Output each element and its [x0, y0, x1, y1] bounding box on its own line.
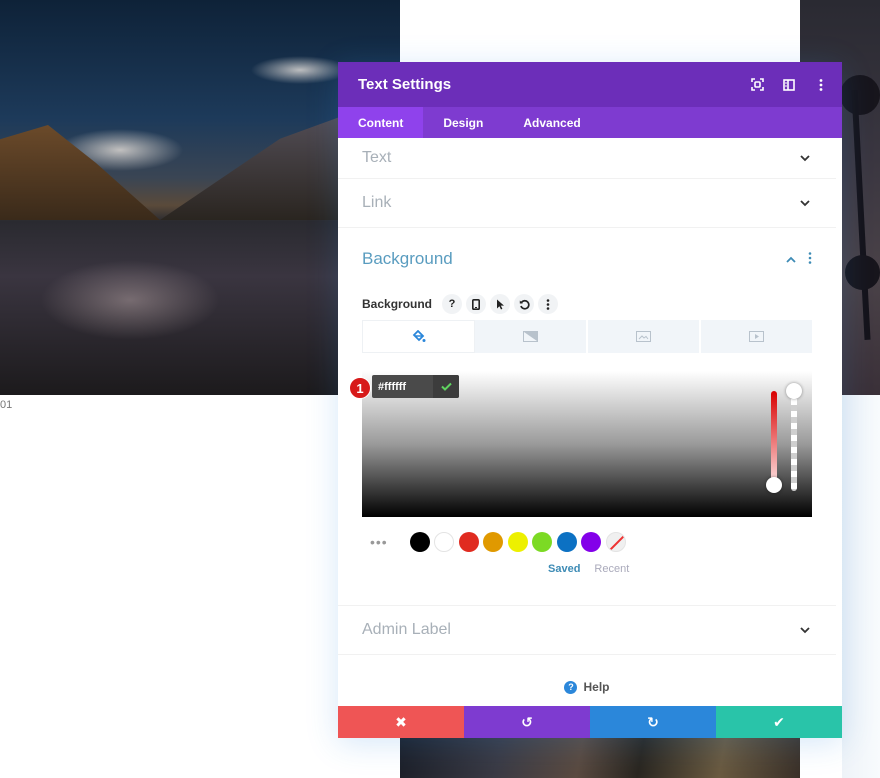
- section-background: Background Background ? #ffffff 1 ••• Sa…: [338, 228, 836, 606]
- bg-tab-video[interactable]: [701, 320, 812, 353]
- hue-slider-handle[interactable]: [766, 477, 782, 493]
- page: 01 Text Settings Content Design Advanced…: [0, 0, 880, 778]
- white-column: [400, 0, 800, 62]
- tab-design[interactable]: Design: [423, 107, 503, 138]
- hex-input-box: #ffffff: [372, 375, 459, 398]
- swatch-purple[interactable]: [581, 532, 602, 552]
- mountain-left: [0, 125, 160, 220]
- panel-footer: ✖ ↺ ↻ ✔: [338, 706, 842, 738]
- section-link-toggle[interactable]: Link: [338, 179, 836, 227]
- swatch-yellow[interactable]: [507, 532, 528, 552]
- section-background-toggle[interactable]: Background: [338, 228, 836, 290]
- swatch-tab-recent[interactable]: Recent: [594, 563, 629, 575]
- check-icon: ✔: [773, 713, 785, 730]
- background-type-tabs: [362, 320, 812, 353]
- confirm-color-button[interactable]: [433, 375, 459, 398]
- section-background-actions: [784, 252, 812, 266]
- video-icon: [749, 331, 764, 342]
- panel-header[interactable]: Text Settings: [338, 62, 842, 107]
- section-admin-label-title: Admin Label: [362, 621, 451, 638]
- kebab-menu-icon[interactable]: [814, 78, 828, 92]
- paint-bucket-icon: [412, 330, 425, 342]
- swatch-tab-saved[interactable]: Saved: [548, 563, 580, 575]
- responsive-icon[interactable]: [466, 294, 487, 314]
- help-label: Help: [583, 680, 610, 694]
- chevron-up-icon[interactable]: [784, 252, 798, 266]
- help-circle-icon: ?: [564, 680, 578, 694]
- panel-glow: [842, 395, 880, 778]
- discard-button[interactable]: ✖: [338, 706, 464, 738]
- bg-tab-image[interactable]: [588, 320, 701, 353]
- swatch-none-icon[interactable]: [605, 532, 626, 552]
- tab-advanced[interactable]: Advanced: [503, 107, 600, 138]
- expand-icon[interactable]: [750, 78, 764, 92]
- opacity-slider-handle[interactable]: [786, 383, 802, 399]
- chevron-down-icon[interactable]: [798, 196, 812, 210]
- color-swatches: •••: [370, 531, 812, 553]
- tab-bar: Content Design Advanced: [338, 107, 842, 138]
- swatch-green[interactable]: [532, 532, 553, 552]
- redo-icon: ↻: [647, 713, 659, 730]
- palm-head: [840, 75, 880, 115]
- bridge-photo: [400, 736, 800, 778]
- section-text-toggle[interactable]: Text: [338, 138, 836, 178]
- swatch-tabs: Saved Recent: [548, 563, 836, 575]
- background-field-row: Background ?: [338, 292, 836, 316]
- swatch-black[interactable]: [409, 532, 430, 552]
- hover-cursor-icon[interactable]: [490, 294, 511, 314]
- palm-trunk: [851, 90, 871, 340]
- section-admin-label-toggle[interactable]: Admin Label: [338, 606, 836, 654]
- palm-head-lower: [845, 255, 880, 290]
- section-background-title: Background: [362, 249, 453, 268]
- redo-button[interactable]: ↻: [590, 706, 716, 738]
- image-icon: [636, 331, 651, 342]
- tab-content[interactable]: Content: [338, 107, 424, 138]
- save-button[interactable]: ✔: [716, 706, 842, 738]
- more-swatches-icon[interactable]: •••: [370, 534, 388, 550]
- header-icons: [750, 62, 828, 107]
- section-link: Link: [338, 179, 836, 228]
- section-text-title: Text: [362, 149, 392, 166]
- help-link[interactable]: ? Help: [338, 655, 836, 706]
- undo-icon: ↺: [521, 713, 533, 730]
- hue-slider-track[interactable]: [771, 391, 777, 487]
- swatch-orange[interactable]: [483, 532, 504, 552]
- swatch-white[interactable]: [434, 532, 455, 552]
- undo-button[interactable]: ↺: [464, 706, 590, 738]
- close-icon: ✖: [395, 713, 407, 730]
- section-kebab-icon[interactable]: [808, 252, 812, 266]
- bg-tab-gradient[interactable]: [475, 320, 588, 353]
- bg-tab-color[interactable]: [362, 320, 475, 353]
- step-badge: 1: [349, 377, 371, 399]
- lake-reflection: [40, 260, 220, 340]
- split-view-icon[interactable]: [782, 78, 796, 92]
- section-admin-label: Admin Label: [338, 606, 836, 655]
- panel-body: Text Link Background Background ? #fffff…: [338, 138, 836, 706]
- opacity-slider-track[interactable]: [791, 387, 797, 491]
- help-icon[interactable]: ?: [442, 294, 463, 314]
- settings-panel: Text Settings Content Design Advanced Te…: [338, 62, 842, 738]
- chevron-down-icon[interactable]: [798, 623, 812, 637]
- check-icon: [440, 382, 452, 391]
- section-text: Text: [338, 138, 836, 179]
- chevron-down-icon[interactable]: [798, 151, 812, 165]
- photo-caption: 01: [0, 399, 13, 411]
- hex-input[interactable]: #ffffff: [372, 381, 433, 393]
- more-options-icon[interactable]: [538, 294, 559, 314]
- color-picker[interactable]: #ffffff 1: [349, 371, 812, 517]
- section-link-title: Link: [362, 194, 392, 211]
- swatch-blue[interactable]: [556, 532, 577, 552]
- background-field-label: Background: [362, 297, 433, 311]
- swatch-red[interactable]: [458, 532, 479, 552]
- reset-icon[interactable]: [514, 294, 535, 314]
- gradient-icon: [523, 331, 538, 342]
- panel-title: Text Settings: [358, 76, 452, 93]
